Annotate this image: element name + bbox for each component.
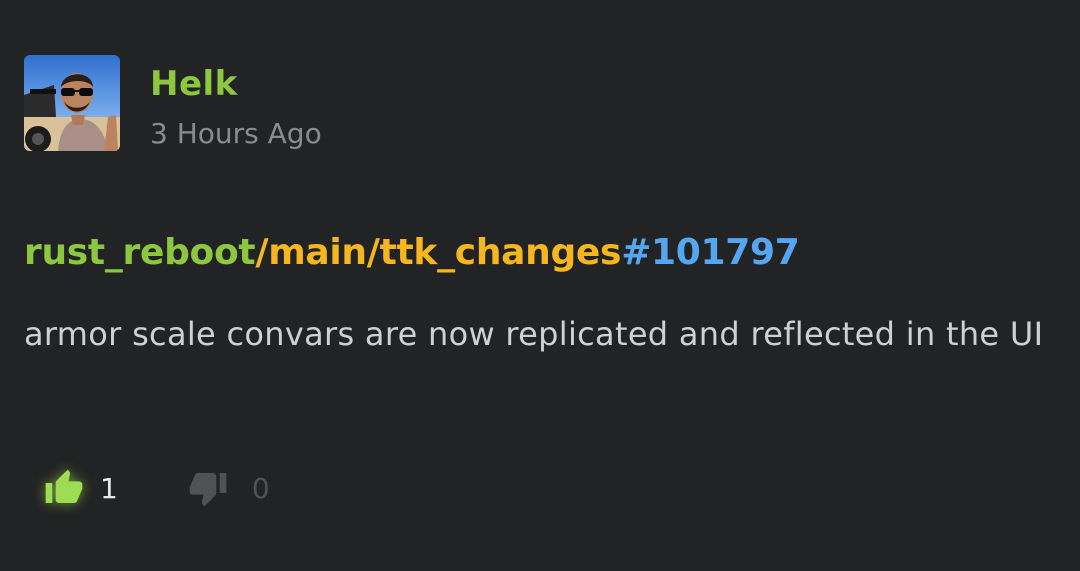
changeset-id[interactable]: #101797	[621, 232, 800, 273]
thumbs-up-icon	[44, 468, 84, 508]
commit-path[interactable]: rust_reboot/main/ttk_changes#101797	[24, 232, 800, 273]
vote-bar: 1 0	[44, 466, 270, 510]
upvote-button[interactable]: 1	[44, 468, 118, 508]
author-name[interactable]: Helk	[150, 64, 238, 104]
author-avatar[interactable]	[24, 55, 120, 151]
commit-post: Helk 3 Hours Ago rust_reboot/main/ttk_ch…	[0, 0, 1080, 571]
thumbs-down-icon	[188, 468, 228, 508]
commit-message: armor scale convars are now replicated a…	[24, 315, 1044, 353]
upvote-count: 1	[100, 471, 118, 505]
downvote-button[interactable]: 0	[188, 468, 270, 508]
branch-path[interactable]: /main/ttk_changes	[255, 232, 621, 273]
repo-name[interactable]: rust_reboot	[24, 232, 256, 273]
downvote-count: 0	[251, 471, 270, 505]
post-timestamp: 3 Hours Ago	[150, 117, 322, 150]
